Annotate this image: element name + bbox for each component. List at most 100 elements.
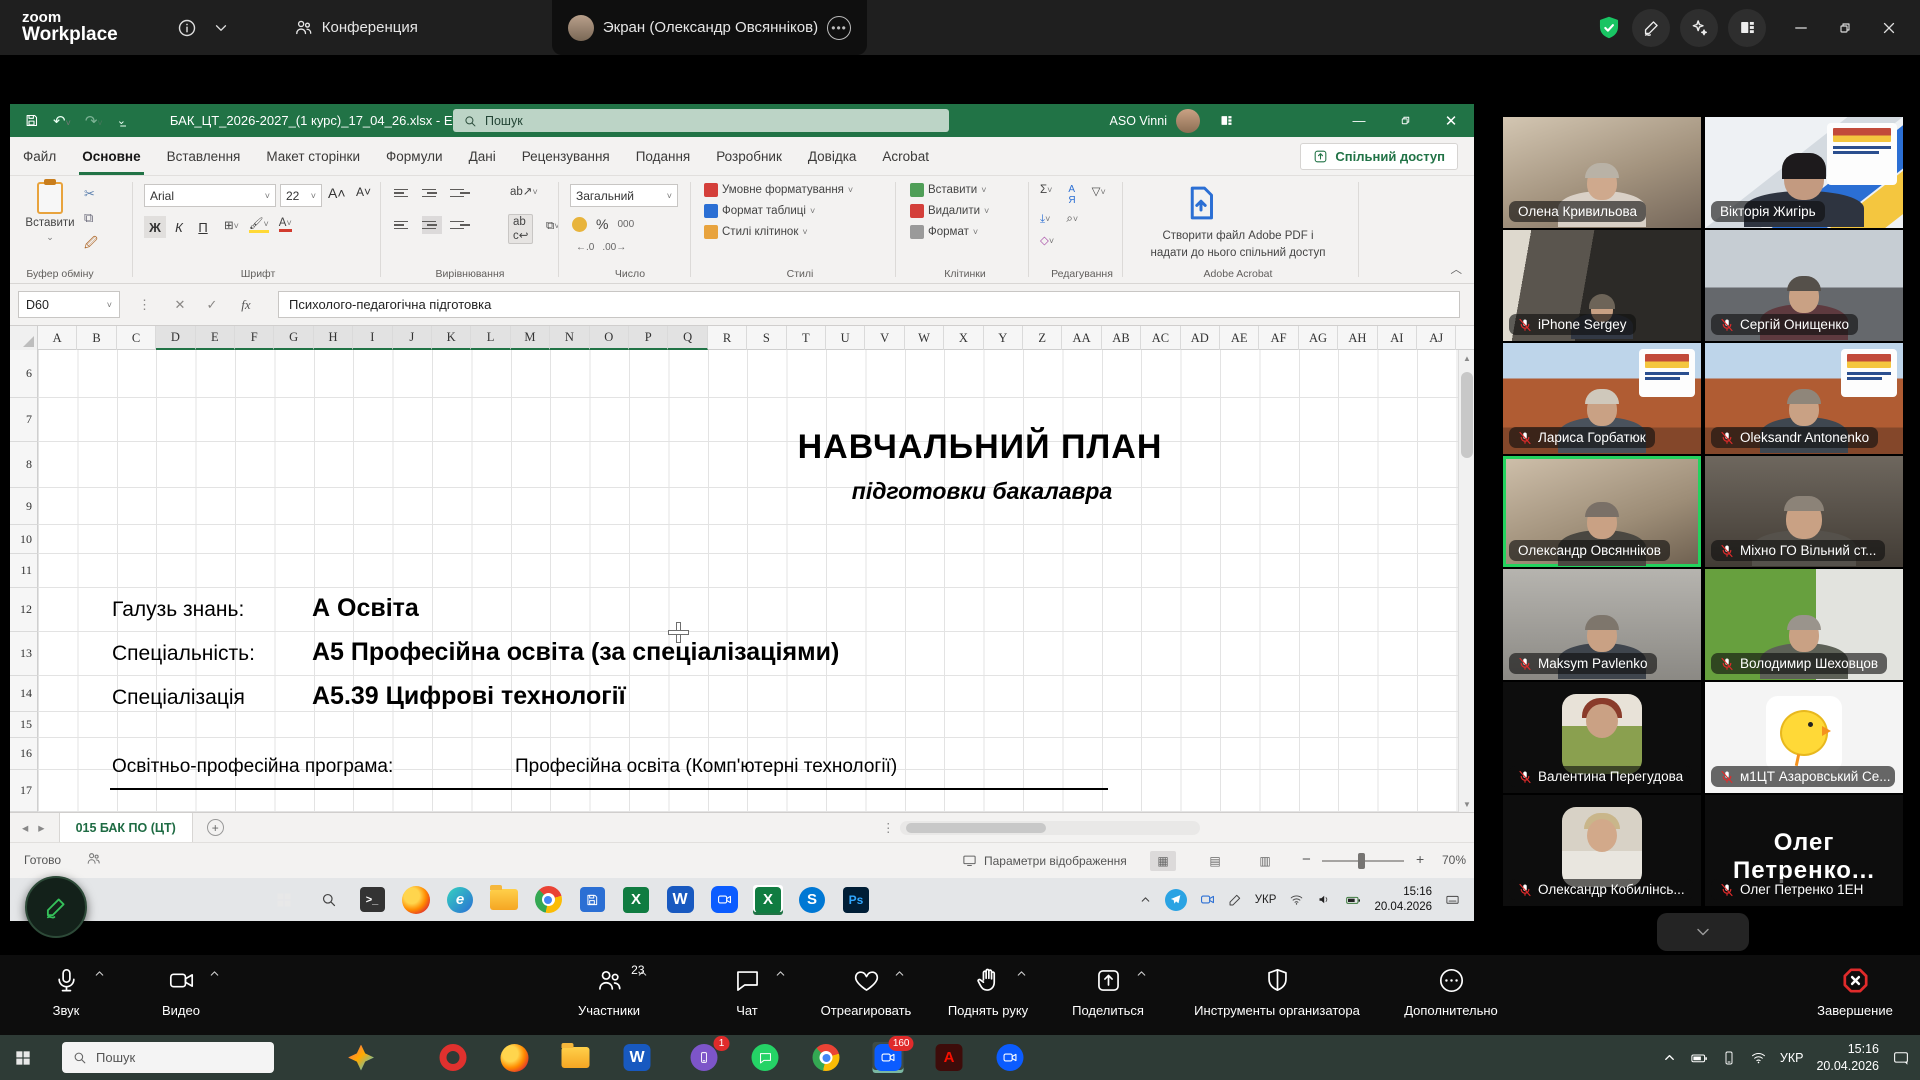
row-header-8[interactable]: 8 bbox=[10, 442, 38, 488]
cancel-entry-icon[interactable]: ✕ bbox=[168, 291, 192, 318]
qat-customize-icon[interactable]: ⌄̲ bbox=[117, 114, 126, 127]
close-icon[interactable] bbox=[1872, 11, 1906, 45]
cells-button-0[interactable]: Вставити˅ bbox=[910, 183, 989, 197]
column-header-B[interactable]: B bbox=[77, 326, 116, 350]
toolbar-people-button[interactable]: 23Участники bbox=[534, 963, 684, 1018]
column-header-L[interactable]: L bbox=[471, 326, 510, 350]
taskbar-whatsapp-icon[interactable] bbox=[750, 1042, 781, 1073]
row-header-9[interactable]: 9 bbox=[10, 488, 38, 525]
paste-button[interactable]: Вставити ⌄ bbox=[24, 182, 76, 260]
ribbon-tab-Acrobat[interactable]: Acrobat bbox=[869, 137, 942, 175]
participant-tile[interactable]: Олег Петренко...Олег Петренко 1ЕН bbox=[1705, 795, 1903, 906]
column-header-T[interactable]: T bbox=[787, 326, 826, 350]
taskbar-chrome-icon[interactable] bbox=[811, 1042, 842, 1073]
ribbon-tab-Рецензування[interactable]: Рецензування bbox=[509, 137, 623, 175]
column-header-AB[interactable]: AB bbox=[1102, 326, 1141, 350]
participant-tile[interactable]: Олена Кривильова bbox=[1503, 117, 1701, 228]
taskbar-search-box[interactable]: Пошук bbox=[62, 1042, 274, 1073]
end-meeting-button[interactable]: Завершение bbox=[1780, 963, 1920, 1018]
column-header-F[interactable]: F bbox=[235, 326, 274, 350]
taskbar-word-icon[interactable]: W bbox=[622, 1042, 653, 1073]
decrease-decimal-icon[interactable]: .00→ bbox=[602, 242, 626, 253]
copy-icon[interactable]: ⧉ bbox=[84, 210, 98, 226]
vscroll-thumb[interactable] bbox=[1461, 372, 1473, 458]
column-header-U[interactable]: U bbox=[826, 326, 865, 350]
row-header-12[interactable]: 12 bbox=[10, 588, 38, 632]
column-header-W[interactable]: W bbox=[905, 326, 944, 350]
align-icon[interactable] bbox=[422, 216, 442, 234]
row-header-15[interactable]: 15 bbox=[10, 712, 38, 738]
column-header-N[interactable]: N bbox=[550, 326, 589, 350]
chevron-up-icon[interactable] bbox=[93, 967, 106, 980]
tab-conference[interactable]: Конференция bbox=[278, 0, 434, 55]
acrobat-text-line2[interactable]: надати до нього спільний доступ bbox=[1138, 245, 1338, 262]
sheet-nav-right-icon[interactable]: ▸ bbox=[38, 820, 44, 835]
column-header-G[interactable]: G bbox=[274, 326, 313, 350]
ribbon-tab-Подання[interactable]: Подання bbox=[623, 137, 704, 175]
ribbon-tab-Формули[interactable]: Формули bbox=[373, 137, 456, 175]
participant-tile[interactable]: м1ЦТ Азаровський Се... bbox=[1705, 682, 1903, 793]
taskbar-zoom-app-icon[interactable] bbox=[995, 1042, 1026, 1073]
annotation-pencil-button[interactable] bbox=[25, 876, 87, 938]
row-header-6[interactable]: 6 bbox=[10, 350, 38, 398]
styles-button-1[interactable]: Формат таблиці˅ bbox=[704, 204, 853, 218]
account-name[interactable]: ASO Vinni bbox=[1110, 114, 1167, 128]
acrobat-text-line1[interactable]: Створити файл Adobe PDF і bbox=[1138, 228, 1338, 245]
chevron-up-icon[interactable] bbox=[1135, 967, 1148, 980]
fill-down-icon[interactable]: ⤓˅ bbox=[1040, 213, 1050, 226]
redo-icon[interactable]: ↷˅ bbox=[85, 112, 103, 130]
phone-link-icon[interactable] bbox=[1721, 1050, 1737, 1066]
sort-filter-icon[interactable]: АЯ bbox=[1068, 184, 1075, 206]
column-header-AG[interactable]: AG bbox=[1299, 326, 1338, 350]
scroll-up-icon[interactable]: ▲ bbox=[1459, 350, 1474, 366]
column-header-Z[interactable]: Z bbox=[1023, 326, 1062, 350]
normal-view-icon[interactable]: ▦ bbox=[1150, 851, 1176, 871]
column-header-X[interactable]: X bbox=[944, 326, 983, 350]
sheet-grid[interactable]: 67891011121314151617 НАВЧАЛЬНИЙ ПЛАНпідг… bbox=[10, 350, 1474, 812]
row-header-11[interactable]: 11 bbox=[10, 554, 38, 588]
share-workbook-button[interactable]: Спільний доступ bbox=[1300, 143, 1458, 170]
zoom-percentage[interactable]: 70% bbox=[1442, 853, 1466, 867]
clear-icon[interactable]: ◇˅ bbox=[1040, 235, 1054, 247]
scroll-down-icon[interactable]: ▼ bbox=[1459, 796, 1474, 812]
sheet-nav-left-icon[interactable]: ◂ bbox=[22, 820, 28, 835]
participant-tile[interactable]: Олександр Овсянніков bbox=[1503, 456, 1701, 567]
taskbar-clock[interactable]: 15:1620.04.2026 bbox=[1816, 1041, 1879, 1074]
comma-style-icon[interactable]: 000 bbox=[617, 219, 634, 230]
taskbar-acrobat-icon[interactable]: A bbox=[934, 1042, 965, 1073]
participant-tile[interactable]: Вікторія Жигірь bbox=[1705, 117, 1903, 228]
chevron-up-icon[interactable] bbox=[774, 967, 787, 980]
column-header-AF[interactable]: AF bbox=[1259, 326, 1298, 350]
ribbon-tab-Файл[interactable]: Файл bbox=[10, 137, 69, 175]
column-header-AD[interactable]: AD bbox=[1181, 326, 1220, 350]
insert-function-icon[interactable]: fx bbox=[234, 291, 258, 318]
chevron-up-icon[interactable] bbox=[636, 967, 649, 980]
column-header-AH[interactable]: AH bbox=[1338, 326, 1377, 350]
grow-font-icon[interactable]: A˄ bbox=[328, 185, 346, 201]
row-header-17[interactable]: 17 bbox=[10, 770, 38, 812]
participant-tile[interactable]: Лариса Горбатюк bbox=[1503, 343, 1701, 454]
name-box[interactable]: D60˅ bbox=[18, 291, 120, 318]
excel-search-box[interactable]: Пошук bbox=[453, 109, 949, 132]
taskbar-explorer-icon[interactable] bbox=[560, 1042, 591, 1073]
styles-button-2[interactable]: Стилі клітинок˅ bbox=[704, 225, 853, 239]
excel-close-icon[interactable]: ✕ bbox=[1428, 104, 1474, 137]
column-header-AC[interactable]: AC bbox=[1141, 326, 1180, 350]
participant-tile[interactable]: Володимир Шеховцов bbox=[1705, 569, 1903, 680]
font-name-select[interactable]: Arial˅ bbox=[144, 184, 276, 207]
column-header-M[interactable]: M bbox=[511, 326, 550, 350]
column-header-D[interactable]: D bbox=[156, 326, 195, 350]
taskbar-firefox-icon[interactable] bbox=[499, 1042, 530, 1073]
select-all-corner[interactable] bbox=[10, 326, 38, 350]
column-header-O[interactable]: O bbox=[590, 326, 629, 350]
notification-center-icon[interactable] bbox=[1892, 1049, 1910, 1067]
borders-icon[interactable]: ⊞˅ bbox=[224, 218, 239, 232]
hscroll-thumb[interactable] bbox=[906, 823, 1046, 833]
italic-button[interactable]: К bbox=[168, 216, 190, 238]
participant-tile[interactable]: Oleksandr Antonenko bbox=[1705, 343, 1903, 454]
chevron-up-icon[interactable] bbox=[208, 967, 221, 980]
sort-filter-funnel-icon[interactable]: ▽˅ bbox=[1092, 184, 1106, 206]
gallery-more-button[interactable] bbox=[1657, 913, 1749, 951]
excel-maximize-icon[interactable] bbox=[1382, 104, 1428, 137]
ribbon-tab-Основне[interactable]: Основне bbox=[69, 137, 153, 175]
